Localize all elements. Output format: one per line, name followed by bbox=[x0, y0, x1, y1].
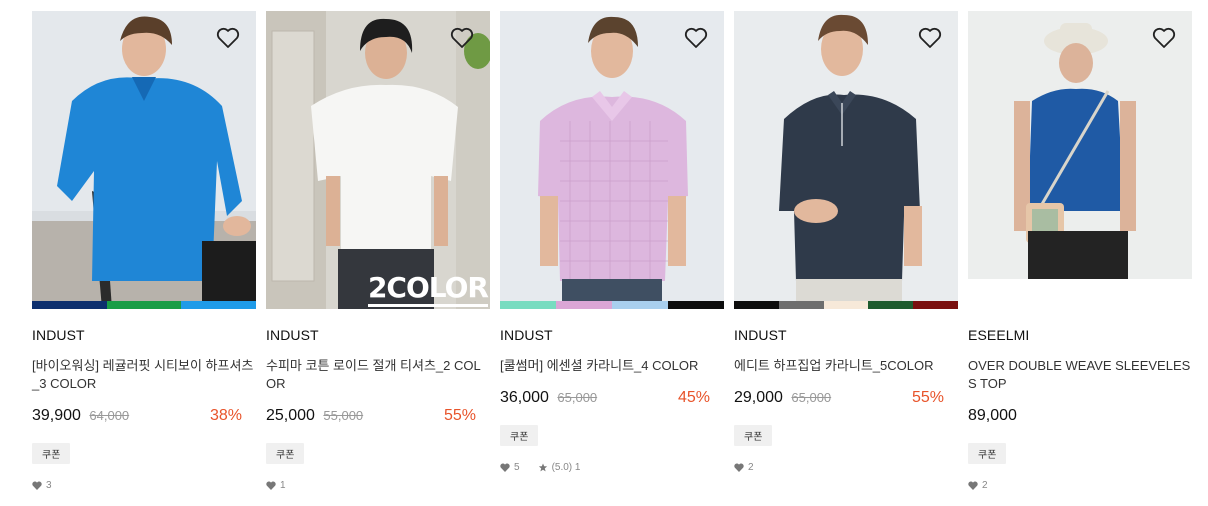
original-price: 65,000 bbox=[557, 390, 598, 405]
brand-name[interactable]: INDUST bbox=[266, 327, 490, 345]
sale-price: 25,000 bbox=[266, 407, 315, 424]
price-row: 29,000 65,000 55% bbox=[734, 389, 958, 411]
product-grid: INDUST [바이오워싱] 레귤러핏 시티보이 하프셔츠_3 COLOR 39… bbox=[32, 11, 1192, 506]
original-price: 64,000 bbox=[89, 408, 130, 423]
product-info: INDUST 에디트 하프집업 카라니트_5COLOR 29,000 65,00… bbox=[734, 327, 958, 473]
sale-price: 36,000 bbox=[500, 389, 549, 406]
wishlist-heart-icon[interactable] bbox=[216, 27, 240, 49]
product-photo-knit-pink bbox=[500, 11, 724, 309]
coupon-badge[interactable]: 쿠폰 bbox=[968, 443, 1007, 464]
likes-heart-icon bbox=[266, 481, 276, 490]
review-score: (5.0) 1 bbox=[551, 462, 581, 473]
coupon-badge[interactable]: 쿠폰 bbox=[734, 425, 773, 446]
badge-underline bbox=[367, 304, 488, 307]
original-price: 65,000 bbox=[791, 390, 832, 405]
brand-name[interactable]: ESEELMI bbox=[968, 327, 1192, 345]
color-swatch[interactable] bbox=[181, 301, 257, 309]
discount-rate: 55% bbox=[911, 389, 944, 406]
product-card[interactable]: INDUST 에디트 하프집업 카라니트_5COLOR 29,000 65,00… bbox=[734, 11, 958, 506]
product-card[interactable]: ESEELMI OVER DOUBLE WEAVE SLEEVELESS TOP… bbox=[968, 11, 1192, 506]
product-info: INDUST [바이오워싱] 레귤러핏 시티보이 하프셔츠_3 COLOR 39… bbox=[32, 327, 256, 491]
product-title[interactable]: 에디트 하프집업 카라니트_5COLOR bbox=[734, 357, 958, 375]
product-title[interactable]: [바이오워싱] 레귤러핏 시티보이 하프셔츠_3 COLOR bbox=[32, 357, 256, 393]
discount-rate: 45% bbox=[677, 389, 710, 406]
product-photo-tshirt-white bbox=[266, 11, 490, 309]
color-swatch[interactable] bbox=[106, 301, 182, 309]
product-photo-knit-navy bbox=[734, 11, 958, 309]
product-photo-shirt-blue bbox=[32, 11, 256, 309]
product-image[interactable]: 2COLOR bbox=[266, 11, 490, 309]
product-card[interactable]: INDUST [바이오워싱] 레귤러핏 시티보이 하프셔츠_3 COLOR 39… bbox=[32, 11, 257, 506]
color-swatch[interactable] bbox=[556, 301, 612, 309]
product-title[interactable]: [쿨썸머] 에센셜 카라니트_4 COLOR bbox=[500, 357, 724, 375]
product-meta: 2 bbox=[734, 462, 958, 473]
product-image[interactable] bbox=[500, 11, 724, 309]
color-swatch[interactable] bbox=[868, 301, 914, 309]
product-meta: 2 bbox=[968, 480, 1192, 491]
wishlist-heart-icon[interactable] bbox=[1152, 27, 1176, 49]
color-swatch[interactable] bbox=[668, 301, 724, 309]
product-info: ESEELMI OVER DOUBLE WEAVE SLEEVELESS TOP… bbox=[968, 327, 1192, 491]
likes-count: 3 bbox=[46, 480, 52, 491]
review-star-icon bbox=[538, 463, 547, 472]
product-meta: 5 (5.0) 1 bbox=[500, 462, 724, 473]
wishlist-heart-icon[interactable] bbox=[918, 27, 942, 49]
color-swatch[interactable] bbox=[778, 301, 824, 309]
likes-count: 1 bbox=[280, 480, 286, 491]
wishlist-heart-icon[interactable] bbox=[450, 27, 474, 49]
product-meta: 1 bbox=[266, 480, 490, 491]
product-info: INDUST [쿨썸머] 에센셜 카라니트_4 COLOR 36,000 65,… bbox=[500, 327, 724, 473]
color-swatch[interactable] bbox=[32, 301, 107, 309]
price-row: 36,000 65,000 45% bbox=[500, 389, 724, 411]
color-swatch[interactable] bbox=[823, 301, 869, 309]
discount-rate: 38% bbox=[209, 407, 242, 424]
original-price: 55,000 bbox=[323, 408, 364, 423]
sale-price: 89,000 bbox=[968, 407, 1017, 424]
likes-count: 2 bbox=[982, 480, 988, 491]
likes-heart-icon bbox=[32, 481, 42, 490]
color-swatch[interactable] bbox=[734, 301, 779, 309]
price-row: 89,000 bbox=[968, 407, 1192, 429]
sale-price: 39,900 bbox=[32, 407, 81, 424]
brand-name[interactable]: INDUST bbox=[734, 327, 958, 345]
price-row: 25,000 55,000 55% bbox=[266, 407, 490, 429]
product-title[interactable]: 수피마 코튼 로이드 절개 티셔츠_2 COLOR bbox=[266, 357, 490, 393]
likes-count: 5 bbox=[514, 462, 520, 473]
color-swatch[interactable] bbox=[612, 301, 668, 309]
brand-name[interactable]: INDUST bbox=[32, 327, 256, 345]
color-swatch[interactable] bbox=[913, 301, 958, 309]
product-image[interactable] bbox=[734, 11, 958, 309]
color-swatches bbox=[32, 301, 257, 309]
product-image[interactable] bbox=[32, 11, 256, 309]
coupon-badge[interactable]: 쿠폰 bbox=[500, 425, 539, 446]
brand-name[interactable]: INDUST bbox=[500, 327, 724, 345]
coupon-badge[interactable]: 쿠폰 bbox=[32, 443, 71, 464]
color-swatch[interactable] bbox=[500, 301, 556, 309]
discount-rate: 55% bbox=[443, 407, 476, 424]
likes-heart-icon bbox=[968, 481, 978, 490]
product-photo-sleeveless-blue bbox=[968, 11, 1192, 279]
product-title[interactable]: OVER DOUBLE WEAVE SLEEVELESS TOP bbox=[968, 357, 1192, 393]
color-swatches bbox=[500, 301, 724, 309]
likes-heart-icon bbox=[734, 463, 744, 472]
color-count-badge: 2COLOR bbox=[367, 271, 489, 307]
product-info: INDUST 수피마 코튼 로이드 절개 티셔츠_2 COLOR 25,000 … bbox=[266, 327, 490, 491]
coupon-badge[interactable]: 쿠폰 bbox=[266, 443, 305, 464]
sale-price: 29,000 bbox=[734, 389, 783, 406]
color-swatches bbox=[734, 301, 958, 309]
product-card[interactable]: 2COLOR INDUST 수피마 코튼 로이드 절개 티셔츠_2 COLOR … bbox=[266, 11, 490, 506]
product-image[interactable] bbox=[968, 11, 1192, 279]
likes-count: 2 bbox=[748, 462, 754, 473]
likes-heart-icon bbox=[500, 463, 510, 472]
product-card[interactable]: INDUST [쿨썸머] 에센셜 카라니트_4 COLOR 36,000 65,… bbox=[500, 11, 724, 506]
wishlist-heart-icon[interactable] bbox=[684, 27, 708, 49]
color-count-text: 2COLOR bbox=[367, 271, 489, 304]
product-meta: 3 bbox=[32, 480, 256, 491]
price-row: 39,900 64,000 38% bbox=[32, 407, 256, 429]
